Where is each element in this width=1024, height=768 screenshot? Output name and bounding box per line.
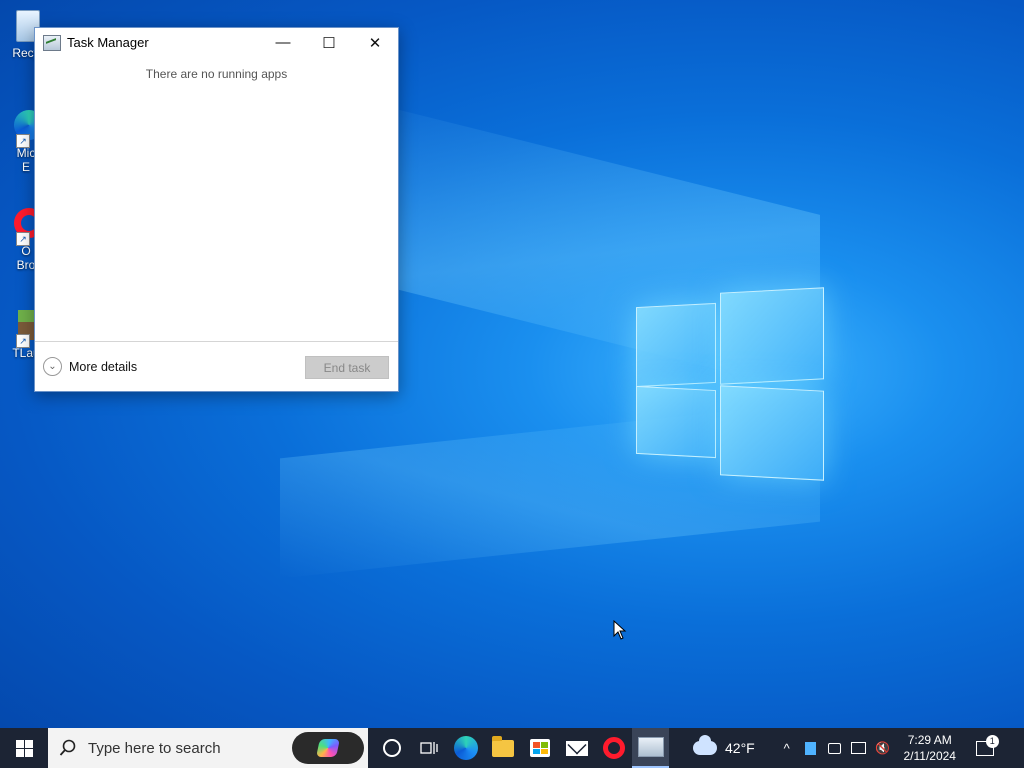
mail-icon	[565, 740, 588, 756]
file-explorer-icon	[491, 735, 514, 757]
network-button[interactable]	[847, 728, 871, 768]
action-center-button[interactable]: 1	[965, 734, 1005, 756]
search-placeholder: Type here to search	[88, 739, 221, 757]
cortana-button[interactable]	[373, 728, 410, 768]
clock[interactable]: 7:29 AM 2/11/2024	[901, 732, 959, 764]
more-details-label: More details	[69, 359, 138, 374]
title-bar[interactable]: Task Manager — ☐ ✕	[35, 28, 398, 57]
clock-time: 7:29 AM	[907, 733, 952, 747]
volume-button[interactable]: 🔇	[871, 728, 895, 768]
cloud-icon	[693, 735, 717, 755]
taskbar-edge[interactable]	[447, 728, 484, 768]
system-tray: ^ 🔇	[775, 728, 895, 768]
taskbar-store[interactable]	[521, 728, 558, 768]
volume-muted-icon: 🔇	[875, 741, 891, 755]
opera-icon	[602, 737, 625, 759]
empty-message: There are no running apps	[145, 67, 288, 81]
search-box[interactable]: Type here to search	[48, 728, 368, 768]
more-details-button[interactable]: ⌄ More details	[43, 357, 137, 376]
window-footer: ⌄ More details End task	[35, 341, 398, 392]
close-button[interactable]: ✕	[352, 28, 398, 57]
copilot-button[interactable]	[292, 732, 364, 764]
maximize-button[interactable]: ☐	[306, 28, 352, 57]
end-task-label: End task	[323, 360, 371, 375]
weather-temp: 42°F	[725, 740, 755, 756]
task-view-icon	[419, 742, 438, 754]
store-icon	[529, 739, 550, 757]
taskbar: Type here to search 42°F ^ 🔇 7:29 AM 2/1…	[0, 728, 1024, 768]
taskbar-task-manager[interactable]	[632, 728, 669, 768]
start-button[interactable]	[0, 728, 48, 768]
chevron-up-icon: ^	[783, 740, 790, 756]
tray-app-icon	[805, 741, 817, 755]
network-icon	[851, 742, 867, 754]
task-manager-window: Task Manager — ☐ ✕ There are no running …	[34, 27, 399, 392]
end-task-button[interactable]: End task	[305, 356, 389, 379]
cortana-icon	[382, 739, 401, 757]
search-icon	[48, 739, 88, 757]
tray-meet-button[interactable]	[823, 728, 847, 768]
minimize-button[interactable]: —	[260, 28, 306, 57]
task-view-button[interactable]	[410, 728, 447, 768]
maximize-icon: ☐	[322, 34, 336, 52]
mouse-cursor-icon	[613, 620, 627, 640]
close-icon: ✕	[368, 34, 382, 52]
tray-app-button[interactable]	[799, 728, 823, 768]
weather-widget[interactable]: 42°F	[693, 735, 755, 756]
window-title: Task Manager	[67, 35, 149, 50]
clock-date: 2/11/2024	[903, 749, 956, 763]
app-list-area: There are no running apps	[35, 57, 398, 341]
edge-icon	[453, 736, 478, 760]
minimize-icon: —	[275, 34, 291, 51]
camera-icon	[828, 742, 842, 754]
chevron-down-icon: ⌄	[43, 357, 62, 376]
copilot-icon	[316, 739, 340, 757]
task-manager-icon	[637, 737, 664, 757]
windows-start-icon	[15, 739, 33, 757]
show-hidden-icons-button[interactable]: ^	[775, 728, 799, 768]
taskbar-file-explorer[interactable]	[484, 728, 521, 768]
task-manager-icon	[43, 34, 61, 51]
notification-badge: 1	[985, 734, 999, 748]
taskbar-mail[interactable]	[558, 728, 595, 768]
taskbar-opera[interactable]	[595, 728, 632, 768]
wallpaper-windows-logo	[636, 287, 824, 481]
